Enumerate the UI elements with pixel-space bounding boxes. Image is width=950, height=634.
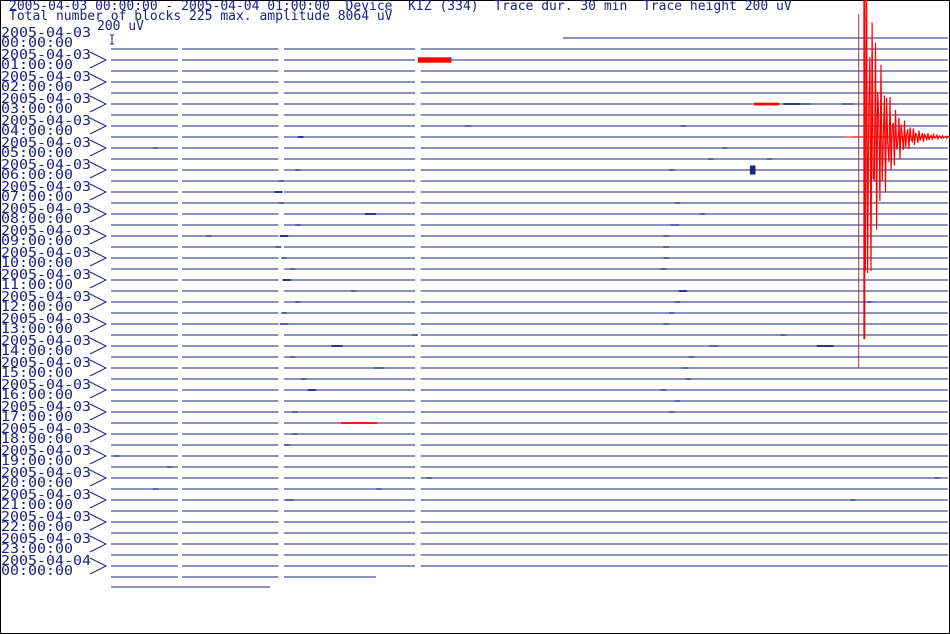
event-mark <box>722 147 728 149</box>
event-mark <box>331 345 343 347</box>
event-mark <box>292 411 298 413</box>
hour-arrow <box>89 337 108 355</box>
event-mark <box>278 180 284 182</box>
hour-label-time: 00:00:00 <box>1 564 73 579</box>
event-mark <box>660 268 667 270</box>
event-mark <box>295 301 301 303</box>
event-mark <box>678 290 688 292</box>
event-mark <box>412 334 418 336</box>
event-mark <box>867 301 873 303</box>
event-mark <box>842 103 854 105</box>
event-mark <box>800 103 812 105</box>
event-mark <box>674 400 681 402</box>
event-mark <box>152 488 159 490</box>
trace-events <box>113 0 950 501</box>
trace-lines <box>111 37 948 588</box>
event-mark <box>166 466 173 468</box>
event-mark <box>783 103 801 105</box>
event-mark <box>289 268 296 270</box>
event-mark <box>297 136 304 138</box>
event-mark <box>279 323 289 325</box>
hour-arrow <box>89 117 108 135</box>
hour-arrow <box>89 249 108 267</box>
hour-labels: 2005-04-0300:00:002005-04-0301:00:002005… <box>1 26 108 579</box>
event-mark <box>295 169 301 171</box>
event-mark <box>663 257 669 259</box>
hour-arrow <box>89 315 108 333</box>
helicorder-plot: 2005-04-0300:00:002005-04-0301:00:002005… <box>1 0 950 588</box>
event-mark <box>709 345 718 347</box>
event-mark <box>376 488 382 490</box>
plot-annotations <box>110 14 860 368</box>
event-mark <box>708 158 714 160</box>
hour-arrow <box>89 73 108 91</box>
event-mark <box>292 433 298 435</box>
hour-arrow <box>89 381 108 399</box>
event-mark <box>766 158 773 160</box>
event-mark <box>284 444 290 446</box>
hour-arrow <box>89 51 108 69</box>
event-mark <box>282 279 291 281</box>
event-mark <box>683 367 689 369</box>
event-mark <box>341 422 378 424</box>
event-mark <box>289 356 296 358</box>
event-mark <box>205 235 212 237</box>
event-mark <box>674 202 681 204</box>
event-mark <box>663 235 669 237</box>
hour-arrow <box>89 183 108 201</box>
hour-arrow <box>89 403 108 421</box>
event-mark <box>685 378 692 380</box>
event-mark <box>699 213 706 215</box>
event-mark <box>278 202 284 204</box>
event-mark <box>660 389 667 391</box>
hour-arrow <box>89 513 108 531</box>
event-mark <box>152 147 159 149</box>
event-mark <box>307 389 317 391</box>
event-mark <box>780 334 787 336</box>
hour-arrow <box>89 161 108 179</box>
hour-arrow <box>89 227 108 245</box>
event-mark <box>295 224 301 226</box>
event-mark <box>300 378 307 380</box>
hour-arrow <box>89 557 108 575</box>
event-mark <box>426 477 432 479</box>
event-mark <box>350 290 357 292</box>
hour-arrow <box>89 425 108 443</box>
event-mark <box>816 345 834 347</box>
hour-arrow <box>89 447 108 465</box>
event-mark <box>275 246 282 248</box>
event-mark <box>669 312 675 314</box>
hour-arrow <box>89 139 108 157</box>
hour-arrow <box>89 293 108 311</box>
hour-arrow <box>89 205 108 223</box>
event-mark <box>669 411 675 413</box>
event-mark <box>669 169 675 171</box>
event-mark <box>364 213 377 215</box>
event-mark <box>850 499 856 501</box>
hour-arrow <box>89 469 108 487</box>
event-mark <box>417 57 452 63</box>
hour-arrow <box>89 359 108 377</box>
event-mark <box>663 323 669 325</box>
event-mark <box>274 191 283 193</box>
event-mark <box>754 102 780 106</box>
event-mark <box>279 235 289 237</box>
event-mark <box>670 224 679 226</box>
event-mark <box>674 301 681 303</box>
event-mark <box>113 455 120 457</box>
event-mark <box>680 125 686 127</box>
event-mark <box>281 312 287 314</box>
event-mark <box>934 477 940 479</box>
event-mark <box>373 367 385 369</box>
hour-arrow <box>89 271 108 289</box>
event-mark <box>749 165 756 175</box>
event-mark <box>663 246 669 248</box>
event-mark <box>465 125 471 127</box>
event-mark <box>285 499 294 501</box>
event-mark <box>688 356 695 358</box>
event-mark <box>281 257 287 259</box>
hour-arrow <box>89 535 108 553</box>
hour-arrow <box>89 95 108 113</box>
hour-arrow <box>89 491 108 509</box>
